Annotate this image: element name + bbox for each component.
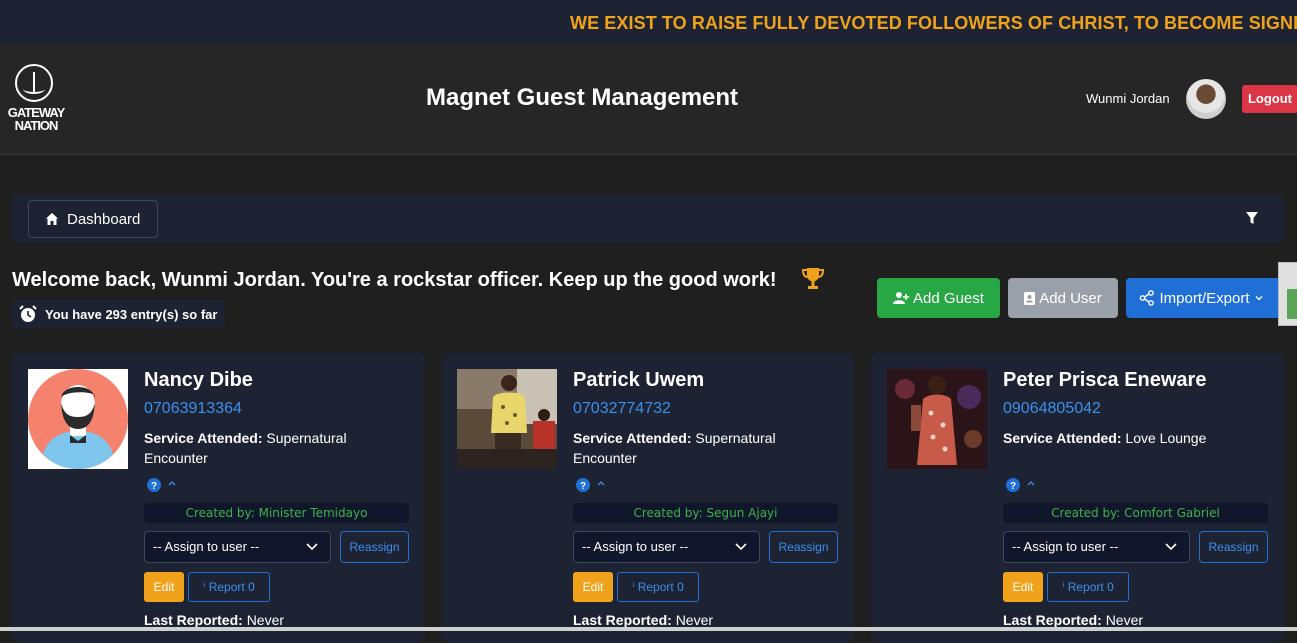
add-user-button[interactable]: Add User [1008,278,1118,318]
guest-card: Peter Prisca Eneware 09064805042 Service… [871,353,1284,643]
entries-count-text: You have 293 entry(s) so far [45,306,218,322]
logout-button[interactable]: Logout [1242,85,1297,113]
filter-icon[interactable] [1246,212,1258,225]
gateway-nation-logo[interactable]: GATEWAY NATION [3,64,69,134]
guest-photo-image [457,369,557,469]
import-export-label: Import/Export [1159,289,1250,307]
last-reported-value: Never [246,612,285,628]
reassign-button[interactable]: Reassign [1199,531,1268,563]
last-reported-value: Never [675,612,714,628]
guest-photo-placeholder [28,369,128,469]
last-reported-label: Last Reported: [144,612,243,628]
assign-user-select[interactable]: -- Assign to user -- [573,531,760,563]
assign-user-select[interactable]: -- Assign to user -- [144,531,331,563]
reassign-button[interactable]: Reassign [340,531,409,563]
user-plus-icon [893,292,910,304]
breadcrumb-bar: Dashboard [12,195,1284,243]
assign-user-value: -- Assign to user -- [582,539,689,554]
add-guest-button[interactable]: Add Guest [877,278,1000,318]
page-title: Magnet Guest Management [426,84,739,111]
service-label: Service Attended: [1003,430,1122,446]
service-label: Service Attended: [573,430,692,446]
add-guest-label: Add Guest [913,289,984,307]
welcome-message: Welcome back, Wunmi Jordan. You're a roc… [12,269,777,291]
reassign-button[interactable]: Reassign [769,531,838,563]
last-reported: Last Reported: Never [144,612,284,628]
logo-text-line2: NATION [14,118,59,133]
last-reported: Last Reported: Never [1003,612,1143,628]
created-by-badge: Created by: Segun Ajayi [573,503,838,523]
help-toggle-icon[interactable]: ? [1005,477,1037,493]
chevron-down-icon [1255,296,1263,301]
created-by-badge: Created by: Comfort Gabriel [1003,503,1268,523]
last-reported-label: Last Reported: [1003,612,1102,628]
chevron-down-icon [735,543,747,551]
ticker-text: WE EXIST TO RAISE FULLY DEVOTED FOLLOWER… [570,13,1297,33]
edit-button[interactable]: Edit [573,572,613,602]
help-toggle-icon[interactable]: ? [146,477,178,493]
created-by-badge: Created by: Minister Temidayo [144,503,409,523]
service-label: Service Attended: [144,430,263,446]
guest-photo [887,369,987,469]
assign-user-value: -- Assign to user -- [153,539,260,554]
entries-count-badge: You have 293 entry(s) so far [12,300,226,328]
service-attended: Service Attended: Supernatural Encounter [144,428,404,468]
add-user-label: Add User [1039,289,1102,307]
report-button[interactable]: ⁱ Report 0 [188,572,270,602]
announcement-ticker: WE EXIST TO RAISE FULLY DEVOTED FOLLOWER… [0,0,1297,44]
side-feedback-tab[interactable] [1278,262,1297,326]
import-export-button[interactable]: Import/Export [1126,278,1281,318]
app-header: GATEWAY NATION Magnet Guest Management W… [0,44,1297,155]
guest-phone-link[interactable]: 07063913364 [144,400,242,418]
guest-phone-link[interactable]: 09064805042 [1003,400,1101,418]
service-attended: Service Attended: Supernatural Encounter [573,428,833,468]
report-button[interactable]: ⁱ Report 0 [617,572,699,602]
breadcrumb-dashboard[interactable]: Dashboard [28,200,158,238]
service-attended: Service Attended: Love Lounge [1003,428,1263,448]
svg-text:?: ? [151,481,157,492]
guest-name: Peter Prisca Eneware [1003,369,1207,391]
horizontal-scrollbar[interactable] [0,627,1297,631]
service-value: Love Lounge [1125,430,1207,446]
last-reported-label: Last Reported: [573,612,672,628]
report-button[interactable]: ⁱ Report 0 [1047,572,1129,602]
home-icon [46,213,58,225]
breadcrumb-label: Dashboard [67,210,141,228]
edit-button[interactable]: Edit [144,572,184,602]
edit-button[interactable]: Edit [1003,572,1043,602]
chevron-down-icon [1165,543,1177,551]
svg-text:?: ? [1010,481,1016,492]
guest-card: Patrick Uwem 07032774732 Service Attende… [441,353,854,643]
assign-user-value: -- Assign to user -- [1012,539,1119,554]
report-label: Report 0 [1067,580,1114,594]
guest-photo [457,369,557,469]
guest-name: Patrick Uwem [573,369,705,391]
svg-text:?: ? [580,481,586,492]
assign-user-select[interactable]: -- Assign to user -- [1003,531,1190,563]
user-name: Wunmi Jordan [1086,91,1170,106]
guest-phone-link[interactable]: 07032774732 [573,400,671,418]
logo-emblem-icon [15,64,53,102]
last-reported-value: Never [1105,612,1144,628]
guest-card: Nancy Dibe 07063913364 Service Attended:… [12,353,425,643]
last-reported: Last Reported: Never [573,612,713,628]
default-avatar-icon [28,369,128,469]
chevron-down-icon [306,543,318,551]
guest-photo-image [887,369,987,469]
user-avatar[interactable] [1186,79,1226,119]
alarm-clock-icon [19,305,37,322]
guest-name: Nancy Dibe [144,369,253,391]
help-toggle-icon[interactable]: ? [575,477,607,493]
share-icon [1140,290,1155,306]
id-card-icon [1024,291,1036,305]
trophy-icon [801,268,825,289]
report-label: Report 0 [208,580,255,594]
report-label: Report 0 [637,580,684,594]
